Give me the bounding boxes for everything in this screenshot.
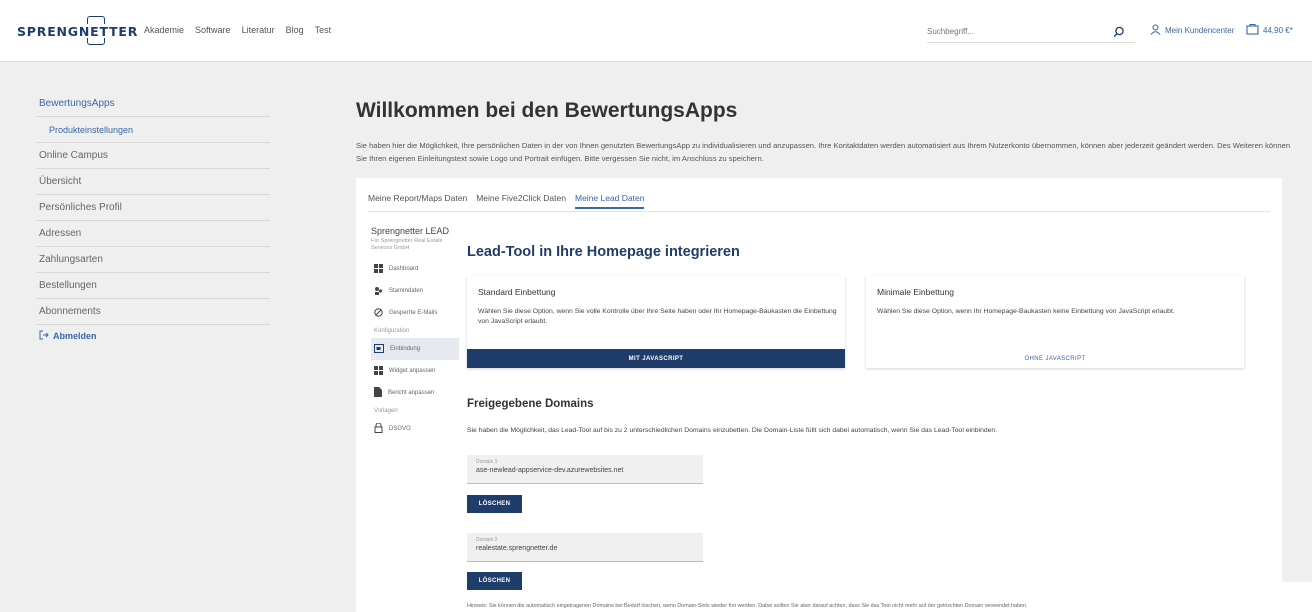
delete-domain-1-button[interactable]: LÖSCHEN <box>467 495 522 513</box>
search-box <box>927 21 1135 43</box>
blocked-icon <box>374 307 383 319</box>
intro-text: Sie haben hier die Möglichkeit, Ihre per… <box>356 141 1291 163</box>
account-sidebar: BewertungsApps Produkteinstellungen Onli… <box>36 91 270 347</box>
lock-icon <box>374 422 383 435</box>
lead-brand: Sprengnetter LEAD Für Sprengnetter Real … <box>371 226 459 252</box>
sprengnetter-logo[interactable]: SPRENGNETTER <box>17 16 139 45</box>
lead-brand-sub: Für Sprengnetter Real Estate Services Gm… <box>371 238 443 251</box>
option-standard-text: Wählen Sie diese Option, wenn Sie volle … <box>478 308 837 325</box>
nav-item-blog[interactable]: Blog <box>286 25 304 35</box>
embed-icon <box>374 343 384 355</box>
lead-nav-gesperrte-mails[interactable]: Gesperrte E-Mails <box>371 302 459 324</box>
option-standard-title: Standard Einbettung <box>478 287 556 297</box>
lead-nav-dashboard[interactable]: Dashboard <box>371 258 459 280</box>
lead-nav-bericht[interactable]: Bericht anpassen <box>371 382 459 404</box>
domain-2-label: Domain 2 <box>476 537 498 543</box>
lead-nav-widget[interactable]: Widget anpassen <box>371 360 459 382</box>
domain-2-field[interactable]: Domain 2 realestate.sprengnetter.de <box>467 533 703 562</box>
nav-item-software[interactable]: Software <box>195 25 231 35</box>
lead-nav-label: DSGVO <box>389 426 411 432</box>
sidebar-item-profil[interactable]: Persönliches Profil <box>36 195 270 221</box>
widget-icon <box>374 365 383 377</box>
app-card: Meine Report/Maps Daten Meine Five2Click… <box>356 178 1282 612</box>
logout-link[interactable]: Abmelden <box>36 325 270 347</box>
sidebar-item-bewertungsapps[interactable]: BewertungsApps <box>36 91 270 117</box>
domains-note: Hinweis: Sie können die automatisch eing… <box>467 603 1028 609</box>
report-icon <box>374 387 382 399</box>
lead-nav-label: Widget anpassen <box>389 368 436 374</box>
domain-1-field[interactable]: Domain 1 ase-newlead-appservice-dev.azur… <box>467 455 703 484</box>
lead-nav-label: Gesperrte E-Mails <box>389 310 438 316</box>
nav-item-test[interactable]: Test <box>315 25 332 35</box>
account-link[interactable]: Mein Kundencenter <box>1150 24 1234 37</box>
option-minimal-title: Minimale Einbettung <box>877 287 955 297</box>
logo-mark-top <box>87 16 105 24</box>
logo-text: SPRENGNETTER <box>17 24 139 39</box>
option-minimal-text: Wählen Sie diese Option, wenn Ihr Homepa… <box>877 308 1175 315</box>
nav-item-akademie[interactable]: Akademie <box>144 25 184 35</box>
lead-brand-name: Sprengnetter LEAD <box>371 226 450 236</box>
domains-description: Sie haben die Möglichkeit, das Lead-Tool… <box>467 427 998 434</box>
main-nav: Akademie Software Literatur Blog Test <box>144 25 331 35</box>
search-icon[interactable] <box>1113 25 1125 43</box>
lead-nav-label: Dashboard <box>389 266 419 272</box>
domain-1-value: ase-newlead-appservice-dev.azurewebsites… <box>476 467 624 474</box>
tab-report-maps[interactable]: Meine Report/Maps Daten <box>368 193 467 209</box>
users-icon <box>374 286 383 297</box>
cart-icon <box>1246 23 1259 37</box>
lead-nav-dsgvo[interactable]: DSGVO <box>371 418 459 440</box>
corner-overlay <box>1234 582 1312 612</box>
tab-divider <box>368 211 1270 212</box>
sidebar-item-adressen[interactable]: Adressen <box>36 221 270 247</box>
delete-domain-2-button[interactable]: LÖSCHEN <box>467 572 522 590</box>
option-standard: Standard Einbettung Wählen Sie diese Opt… <box>467 276 845 368</box>
lead-nav-section-templates: Vorlagen <box>374 408 398 414</box>
domain-1-label: Domain 1 <box>476 459 498 465</box>
page-title: Willkommen bei den BewertungsApps <box>356 99 738 122</box>
nav-item-literatur[interactable]: Literatur <box>242 25 275 35</box>
cart-amount: 44,90 €* <box>1263 25 1293 35</box>
dashboard-icon <box>374 263 383 275</box>
lead-nav-label: Bericht anpassen <box>388 390 435 396</box>
account-label: Mein Kundencenter <box>1165 26 1235 35</box>
with-javascript-button[interactable]: MIT JAVASCRIPT <box>467 349 845 368</box>
option-minimal: Minimale Einbettung Wählen Sie diese Opt… <box>866 276 1244 368</box>
sidebar-item-uebersicht[interactable]: Übersicht <box>36 169 270 195</box>
sidebar-item-zahlungsarten[interactable]: Zahlungsarten <box>36 247 270 273</box>
logo-mark-bottom <box>87 38 105 45</box>
lead-nav-label: Einbindung <box>390 346 421 352</box>
cart-link[interactable]: 44,90 €* <box>1246 23 1293 37</box>
sidebar-item-bestellungen[interactable]: Bestellungen <box>36 273 270 299</box>
search-input[interactable] <box>927 21 1097 42</box>
logout-icon <box>39 330 49 342</box>
domains-title: Freigegebene Domains <box>467 398 594 410</box>
top-bar: SPRENGNETTER Akademie Software Literatur… <box>0 0 1312 62</box>
app-tabs: Meine Report/Maps Daten Meine Five2Click… <box>368 193 645 209</box>
tab-lead[interactable]: Meine Lead Daten <box>574 193 645 209</box>
without-javascript-button[interactable]: OHNE JAVASCRIPT <box>866 349 1244 368</box>
lead-nav-einbindung[interactable]: Einbindung <box>371 338 459 360</box>
lead-title: Lead-Tool in Ihre Homepage integrieren <box>467 244 740 260</box>
tab-five2click[interactable]: Meine Five2Click Daten <box>476 193 566 209</box>
lead-nav-section-config: Konfiguration <box>374 328 410 334</box>
sidebar-item-abonnements[interactable]: Abonnements <box>36 299 270 325</box>
sidebar-item-produkteinstellungen[interactable]: Produkteinstellungen <box>36 117 270 143</box>
domain-2-value: realestate.sprengnetter.de <box>476 545 558 552</box>
user-icon <box>1150 24 1161 37</box>
lead-nav-stammdaten[interactable]: Stammdaten <box>371 280 459 302</box>
lead-nav-label: Stammdaten <box>389 288 424 294</box>
sidebar-item-online-campus[interactable]: Online Campus <box>36 143 270 169</box>
lead-nav: Sprengnetter LEAD Für Sprengnetter Real … <box>371 226 459 440</box>
logout-label: Abmelden <box>53 331 97 341</box>
